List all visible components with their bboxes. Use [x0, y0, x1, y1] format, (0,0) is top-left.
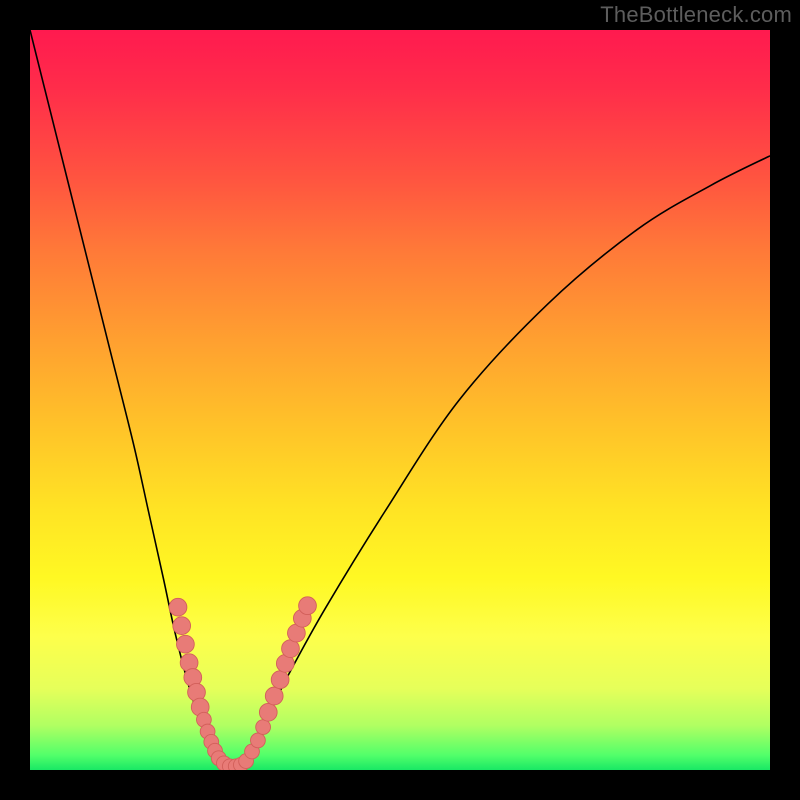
- curve-marker: [177, 635, 195, 653]
- curve-marker: [256, 720, 271, 735]
- chart-overlay-svg: [30, 30, 770, 770]
- curve-marker: [271, 671, 289, 689]
- curve-marker: [251, 733, 266, 748]
- curve-marker: [282, 640, 300, 658]
- bottleneck-curve: [30, 30, 770, 766]
- chart-container: TheBottleneck.com: [0, 0, 800, 800]
- watermark-label: TheBottleneck.com: [600, 2, 792, 28]
- curve-marker: [299, 597, 317, 615]
- curve-marker: [259, 703, 277, 721]
- curve-marker: [265, 687, 283, 705]
- curve-marker: [173, 617, 191, 635]
- curve-marker: [169, 598, 187, 616]
- curve-markers: [169, 597, 316, 770]
